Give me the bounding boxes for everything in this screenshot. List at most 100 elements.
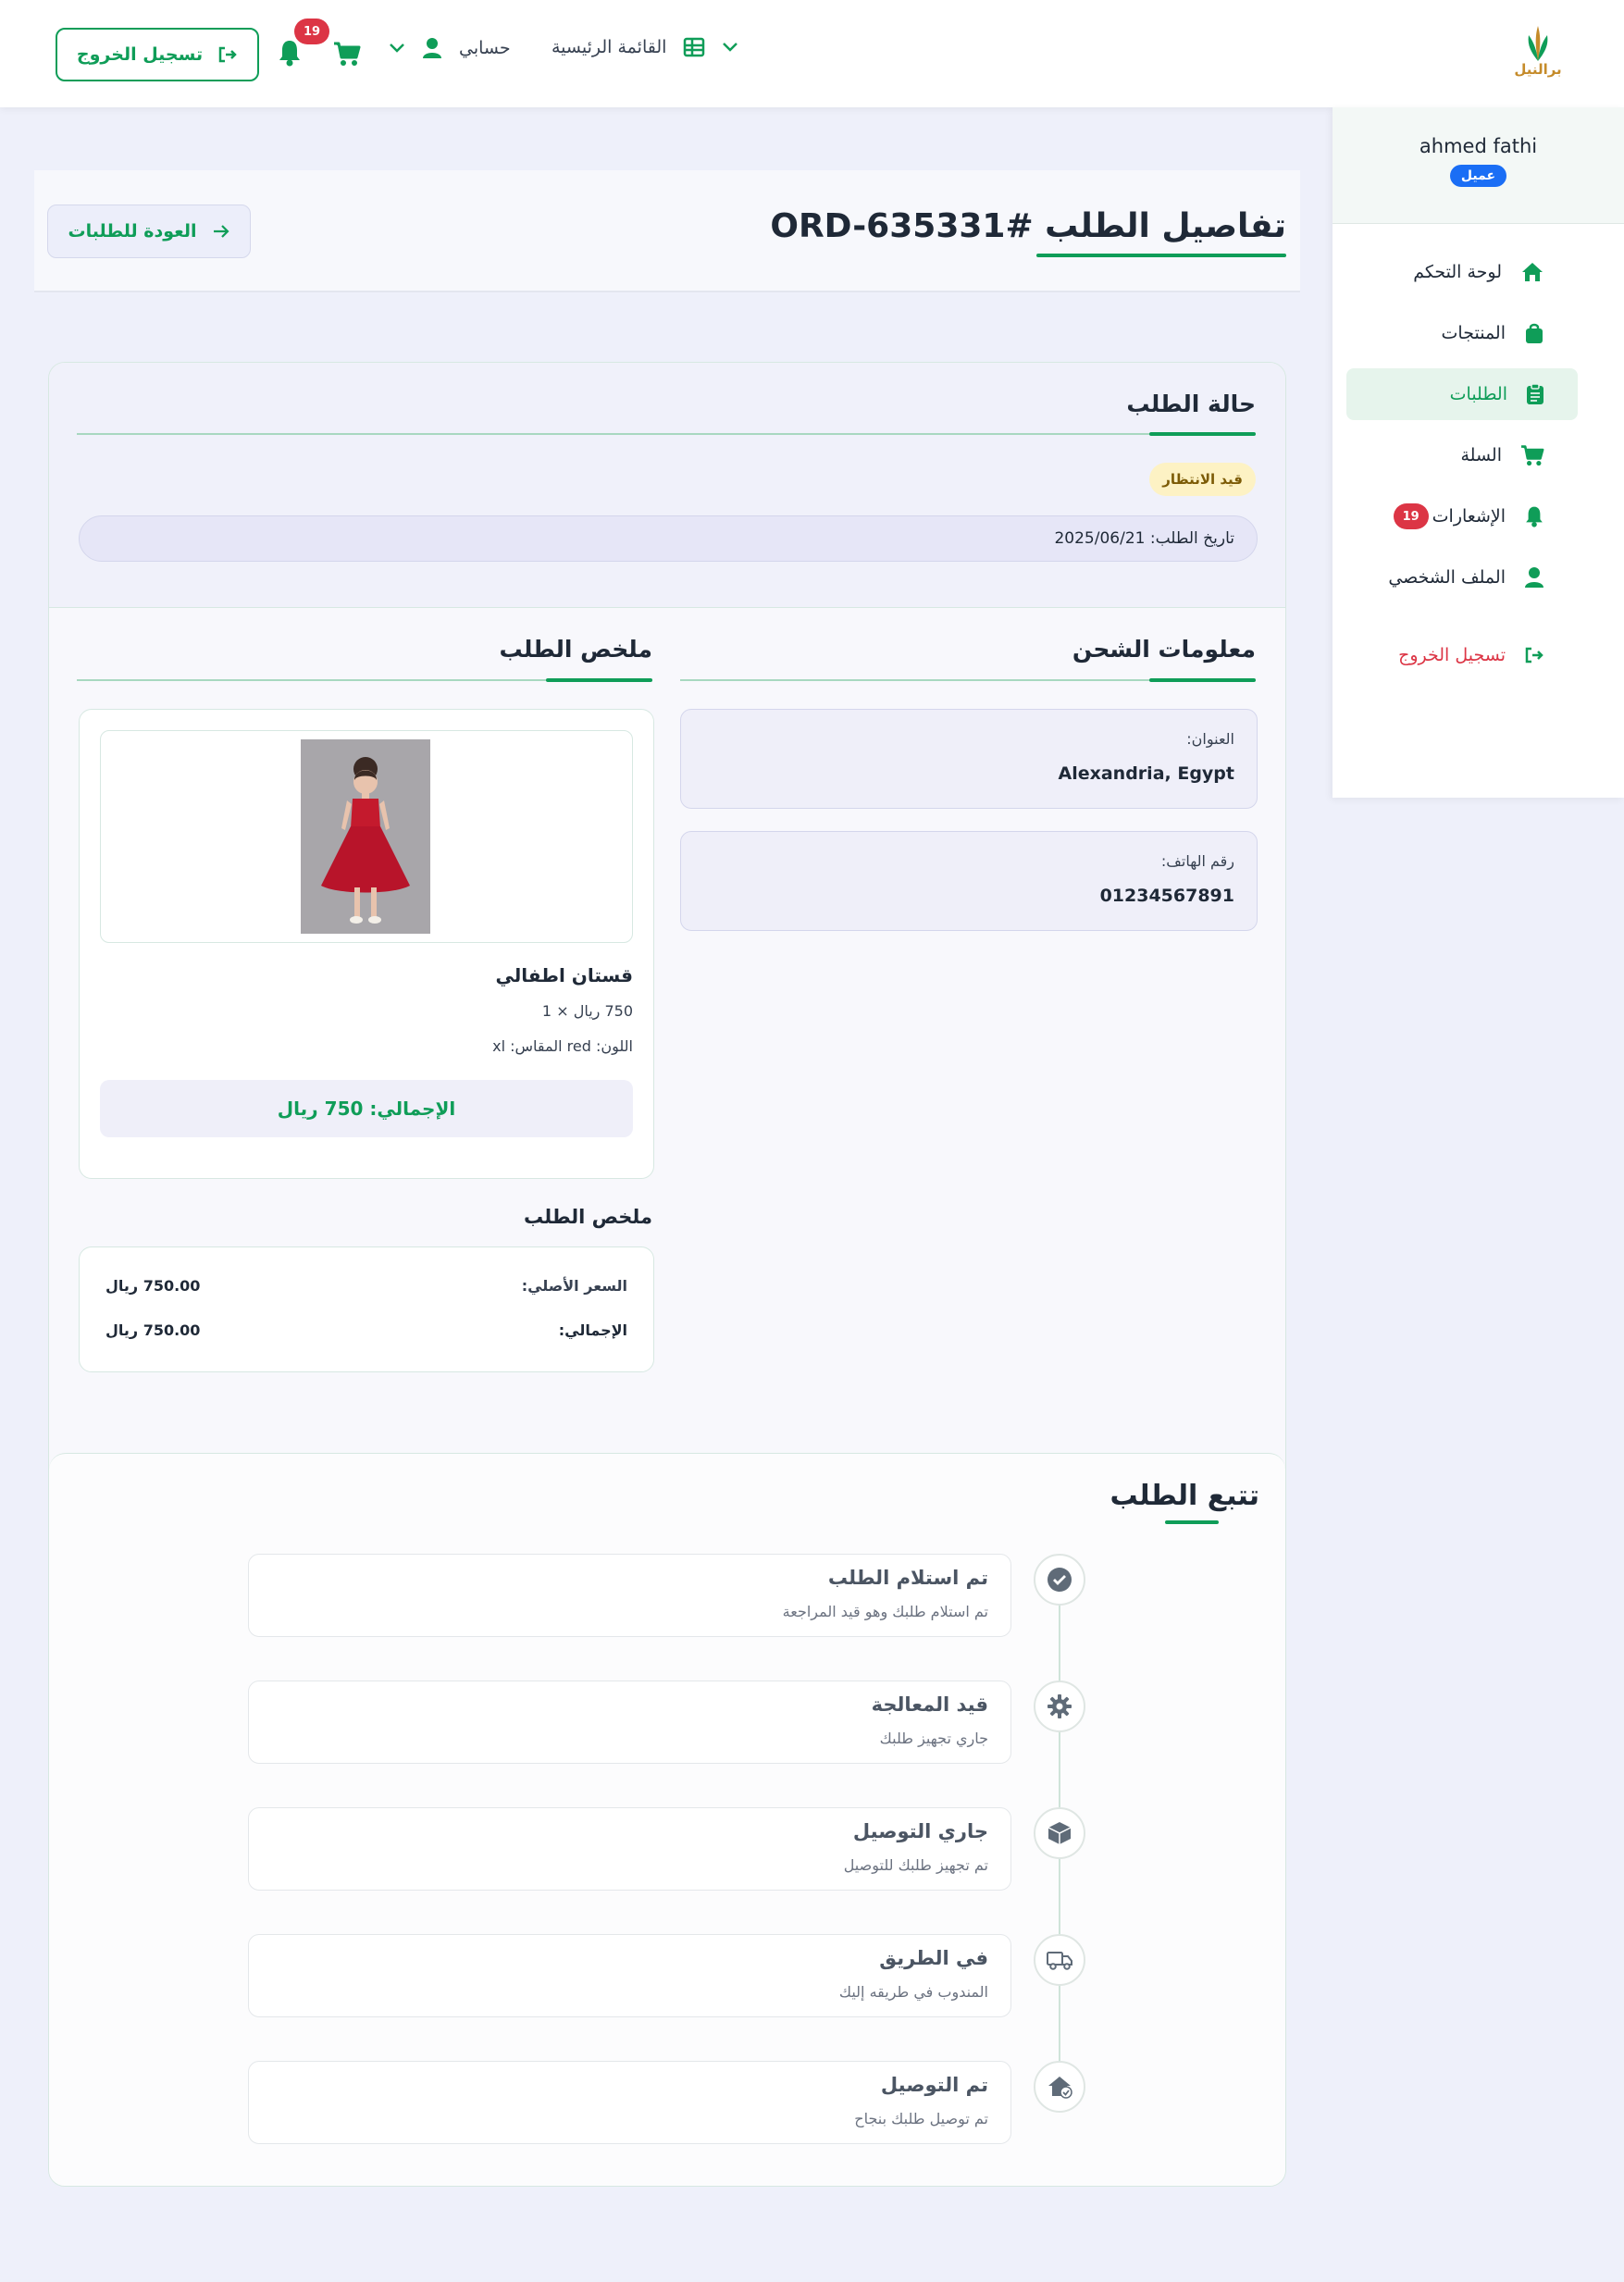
- step-icon-received: [1034, 1554, 1085, 1606]
- product-total: الإجمالي: 750 ريال: [100, 1080, 633, 1137]
- status-title: حالة الطلب: [1126, 391, 1256, 417]
- product-variant: اللون: red المقاس: xl: [492, 1037, 633, 1055]
- tracking-step: تم التوصيل تم توصيل طلبك بنجاح: [248, 2061, 1011, 2144]
- notifications-badge: 19: [294, 19, 329, 44]
- sidebar-item-orders[interactable]: الطلبات: [1346, 368, 1578, 420]
- phone-box: رقم الهاتف: 01234567891: [680, 831, 1258, 931]
- sidebar-item-label: لوحة التحكم: [1413, 262, 1502, 282]
- tracking-step: في الطريق المندوب في طريقه إليك: [248, 1934, 1011, 2017]
- page-header: تفاصيل الطلب #ORD-635331 العودة للطلبات: [34, 170, 1300, 292]
- logout-icon: [217, 45, 238, 64]
- sidebar-item-profile[interactable]: الملف الشخصي: [1346, 552, 1578, 603]
- notifications-badge: 19: [1393, 503, 1429, 529]
- shipping-title-line: [680, 678, 1256, 682]
- gear-icon: [1047, 1693, 1072, 1719]
- step-icon-delivered: [1034, 2061, 1085, 2113]
- tracking-step: جاري التوصيل تم تجهيز طلبك للتوصيل: [248, 1807, 1011, 1891]
- box-icon: [1047, 1820, 1072, 1846]
- sidebar-item-cart[interactable]: السلة: [1346, 429, 1578, 481]
- sidebar-item-label: الإشعارات: [1432, 506, 1506, 527]
- order-tracking-card: تتبع الطلب تم استلام الطلب تم استلام طلب…: [49, 1453, 1285, 2186]
- grid-icon: [683, 37, 705, 57]
- tracking-step: تم استلام الطلب تم استلام طلبك وهو قيد ا…: [248, 1554, 1011, 1637]
- total-price-label: الإجمالي:: [558, 1321, 627, 1339]
- step-description: جاري تجهيز طلبك: [879, 1730, 988, 1747]
- product-total-text: الإجمالي: 750 ريال: [277, 1098, 456, 1120]
- order-date: تاريخ الطلب: 2025/06/21: [79, 515, 1258, 562]
- main-menu[interactable]: القائمة الرئيسية: [552, 37, 738, 57]
- bag-icon: [1524, 322, 1544, 344]
- sidebar: ahmed fathi عميل لوحة التحكم المنتجات ال…: [1333, 107, 1624, 798]
- back-to-orders-button[interactable]: العودة للطلبات: [47, 205, 251, 258]
- sidebar-item-products[interactable]: المنتجات: [1346, 307, 1578, 359]
- original-price-value: 750.00 ريال: [105, 1277, 201, 1295]
- total-price-value: 750.00 ريال: [105, 1321, 201, 1339]
- home-icon: [1520, 261, 1544, 283]
- order-details-card: حالة الطلب قيد الانتظار تاريخ الطلب: 202…: [48, 362, 1286, 2187]
- main-menu-label: القائمة الرئيسية: [552, 37, 667, 57]
- title-underline: [1036, 254, 1286, 257]
- step-description: تم استلام طلبك وهو قيد المراجعة: [782, 1603, 988, 1620]
- product-card: قستان اطفالي 750 ريال × 1 اللون: red الم…: [79, 709, 654, 1179]
- sidebar-item-dashboard[interactable]: لوحة التحكم: [1346, 246, 1578, 298]
- clipboard-icon: [1526, 383, 1544, 405]
- product-name: قستان اطفالي: [495, 964, 634, 986]
- tracking-title-line: [1165, 1520, 1219, 1524]
- cart-icon[interactable]: [333, 41, 361, 67]
- order-status-section: حالة الطلب قيد الانتظار تاريخ الطلب: 202…: [49, 363, 1285, 608]
- status-title-line: [77, 432, 1256, 436]
- sidebar-item-label: المنتجات: [1441, 323, 1506, 343]
- step-title: قيد المعالجة: [871, 1693, 988, 1716]
- page-title: تفاصيل الطلب #ORD-635331: [770, 207, 1286, 245]
- order-date-text: تاريخ الطلب: 2025/06/21: [1054, 529, 1234, 548]
- step-description: تم تجهيز طلبك للتوصيل: [843, 1856, 988, 1874]
- account-menu[interactable]: حسابي: [389, 37, 511, 59]
- bell-icon: [1524, 505, 1544, 527]
- product-image-frame: [100, 730, 633, 943]
- arrow-right-icon: [212, 224, 230, 239]
- shipping-title: معلومات الشحن: [1072, 636, 1256, 663]
- address-label: العنوان:: [1186, 730, 1234, 748]
- step-icon-shipping: [1034, 1807, 1085, 1859]
- original-price-label: السعر الأصلي:: [521, 1277, 627, 1295]
- product-price-qty: 750 ريال × 1: [541, 1002, 633, 1020]
- logout-icon: [1524, 646, 1544, 664]
- header-logout-label: تسجيل الخروج: [76, 44, 204, 65]
- status-badge: قيد الانتظار: [1149, 463, 1256, 496]
- phone-value: 01234567891: [1099, 886, 1234, 906]
- user-role-badge: عميل: [1449, 165, 1507, 187]
- price-summary-card: السعر الأصلي: 750.00 ريال الإجمالي: 750.…: [79, 1246, 654, 1372]
- product-image[interactable]: [301, 739, 430, 934]
- logo-text: برالنيل: [1514, 61, 1562, 78]
- sidebar-item-notifications[interactable]: الإشعارات 19: [1346, 490, 1578, 542]
- order-summary-title: ملخص الطلب: [499, 636, 653, 663]
- bell-icon[interactable]: [278, 39, 302, 67]
- user-icon: [422, 37, 442, 59]
- user-name: ahmed fathi: [1419, 135, 1538, 157]
- back-button-label: العودة للطلبات: [68, 221, 197, 242]
- order-summary-title-line: [77, 678, 652, 682]
- total-price-row: الإجمالي: 750.00 ريال: [105, 1321, 627, 1339]
- truck-icon: [1046, 1949, 1073, 1971]
- tracking-title: تتبع الطلب: [1110, 1480, 1259, 1512]
- header-logout-button[interactable]: تسجيل الخروج: [56, 28, 259, 81]
- sidebar-item-label: السلة: [1460, 445, 1503, 465]
- account-label: حسابي: [459, 38, 511, 58]
- sidebar-item-label: الملف الشخصي: [1388, 567, 1506, 588]
- chevron-down-icon: [722, 42, 738, 53]
- address-value: Alexandria, Egypt: [1058, 763, 1235, 784]
- sidebar-item-logout[interactable]: تسجيل الخروج: [1346, 629, 1578, 681]
- chevron-down-icon: [389, 43, 405, 54]
- check-circle-icon: [1047, 1567, 1072, 1593]
- sidebar-item-label: الطلبات: [1449, 384, 1507, 404]
- step-description: المندوب في طريقه إليك: [838, 1983, 988, 2001]
- step-title: تم التوصيل: [880, 2074, 988, 2096]
- cart-icon: [1520, 444, 1544, 466]
- step-title: في الطريق: [879, 1947, 988, 1969]
- step-icon-on-the-way: [1034, 1934, 1085, 1986]
- step-title: تم استلام الطلب: [827, 1567, 988, 1589]
- top-header: برالنيل تسجيل الخروج 19 حسابي القائمة ال…: [0, 0, 1624, 107]
- original-price-row: السعر الأصلي: 750.00 ريال: [105, 1277, 627, 1295]
- phone-label: رقم الهاتف:: [1160, 852, 1234, 870]
- step-description: تم توصيل طلبك بنجاح: [854, 2110, 988, 2127]
